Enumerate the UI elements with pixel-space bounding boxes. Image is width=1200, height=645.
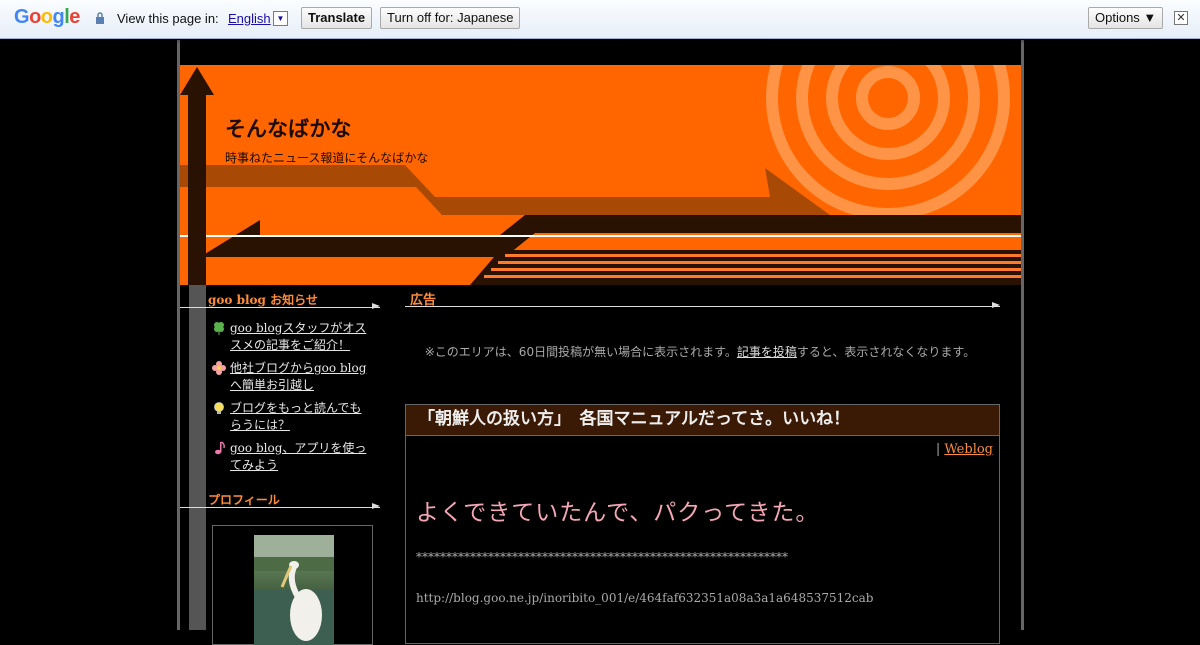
article-lead: よくできていたんで、パクってきた。 xyxy=(416,500,820,526)
music-note-icon xyxy=(215,441,225,455)
options-button[interactable]: Options ▼ xyxy=(1088,7,1164,29)
pelican-illustration xyxy=(254,535,334,645)
news-item[interactable]: 他社ブログからgoo blogへ簡単お引越し xyxy=(212,360,372,394)
lightbulb-icon xyxy=(214,402,224,414)
profile-photo xyxy=(254,535,334,645)
arrow-icon xyxy=(372,503,380,509)
google-logo: Google xyxy=(14,6,80,29)
logo-letter: G xyxy=(14,6,30,28)
article-separator: ****************************************… xyxy=(416,550,788,564)
profile-heading-rule xyxy=(180,507,380,508)
article-title[interactable]: 「朝鮮人の扱い方」 各国マニュアルだってさ。いいね！ xyxy=(406,405,999,436)
article: 「朝鮮人の扱い方」 各国マニュアルだってさ。いいね！ | Weblog よくでき… xyxy=(405,404,1000,644)
site-title[interactable]: そんなばかな xyxy=(225,113,351,143)
category-link[interactable]: Weblog xyxy=(944,442,993,457)
logo-letter: o xyxy=(40,6,53,28)
language-dropdown-icon[interactable]: ▼ xyxy=(273,11,288,26)
arrow-icon xyxy=(992,302,1000,308)
translate-bar: Google View this page in: English ▼ Tran… xyxy=(0,0,1200,39)
turn-off-button[interactable]: Turn off for: Japanese xyxy=(380,7,521,29)
arrow-icon xyxy=(372,303,380,309)
news-item[interactable]: goo blog、アプリを使ってみよう xyxy=(212,440,372,474)
sidebar-pole xyxy=(189,285,206,630)
news-item-link[interactable]: goo blog、アプリを使ってみよう xyxy=(230,440,372,474)
header-banner: そんなばかな 時事ねたニュース報道にそんなばかな xyxy=(180,65,1021,285)
news-item-link[interactable]: ブログをもっと読んでもらうには？ xyxy=(230,400,372,434)
ad-notice: ※このエリアは、60日間投稿が無い場合に表示されます。記事を投稿すると、表示され… xyxy=(415,343,985,361)
ad-notice-text-end: すると、表示されなくなります。 xyxy=(796,345,976,359)
flower-icon xyxy=(212,361,226,375)
news-heading: goo blog お知らせ xyxy=(208,293,318,307)
news-item-link[interactable]: goo blogスタッフがオススメの記事をご紹介！ xyxy=(230,320,372,354)
translate-button[interactable]: Translate xyxy=(301,7,373,29)
news-item[interactable]: goo blogスタッフがオススメの記事をご紹介！ xyxy=(212,320,372,354)
logo-letter: o xyxy=(29,6,41,28)
language-link[interactable]: English xyxy=(228,11,271,26)
post-article-link[interactable]: 記事を投稿 xyxy=(737,345,797,359)
header-decoration xyxy=(180,65,1021,285)
view-page-label: View this page in: xyxy=(117,11,219,26)
profile-box xyxy=(212,525,373,645)
close-icon[interactable]: ✕ xyxy=(1174,11,1188,25)
profile-heading: プロフィール xyxy=(208,493,280,507)
lock-icon xyxy=(96,12,104,24)
news-item[interactable]: ブログをもっと読んでもらうには？ xyxy=(212,400,372,434)
clover-icon xyxy=(214,322,224,335)
site-description: 時事ねたニュース報道にそんなばかな xyxy=(225,151,429,165)
article-url: http://blog.goo.ne.jp/inoribito_001/e/46… xyxy=(416,591,874,605)
article-category: | Weblog xyxy=(936,442,993,457)
ad-notice-text: ※このエリアは、60日間投稿が無い場合に表示されます。 xyxy=(424,345,737,359)
news-item-link[interactable]: 他社ブログからgoo blogへ簡単お引越し xyxy=(230,360,372,394)
logo-letter: g xyxy=(52,6,65,28)
logo-letter: e xyxy=(69,6,80,28)
news-heading-rule xyxy=(180,307,380,308)
category-separator: | xyxy=(935,442,941,457)
ad-heading-rule xyxy=(405,306,1000,307)
